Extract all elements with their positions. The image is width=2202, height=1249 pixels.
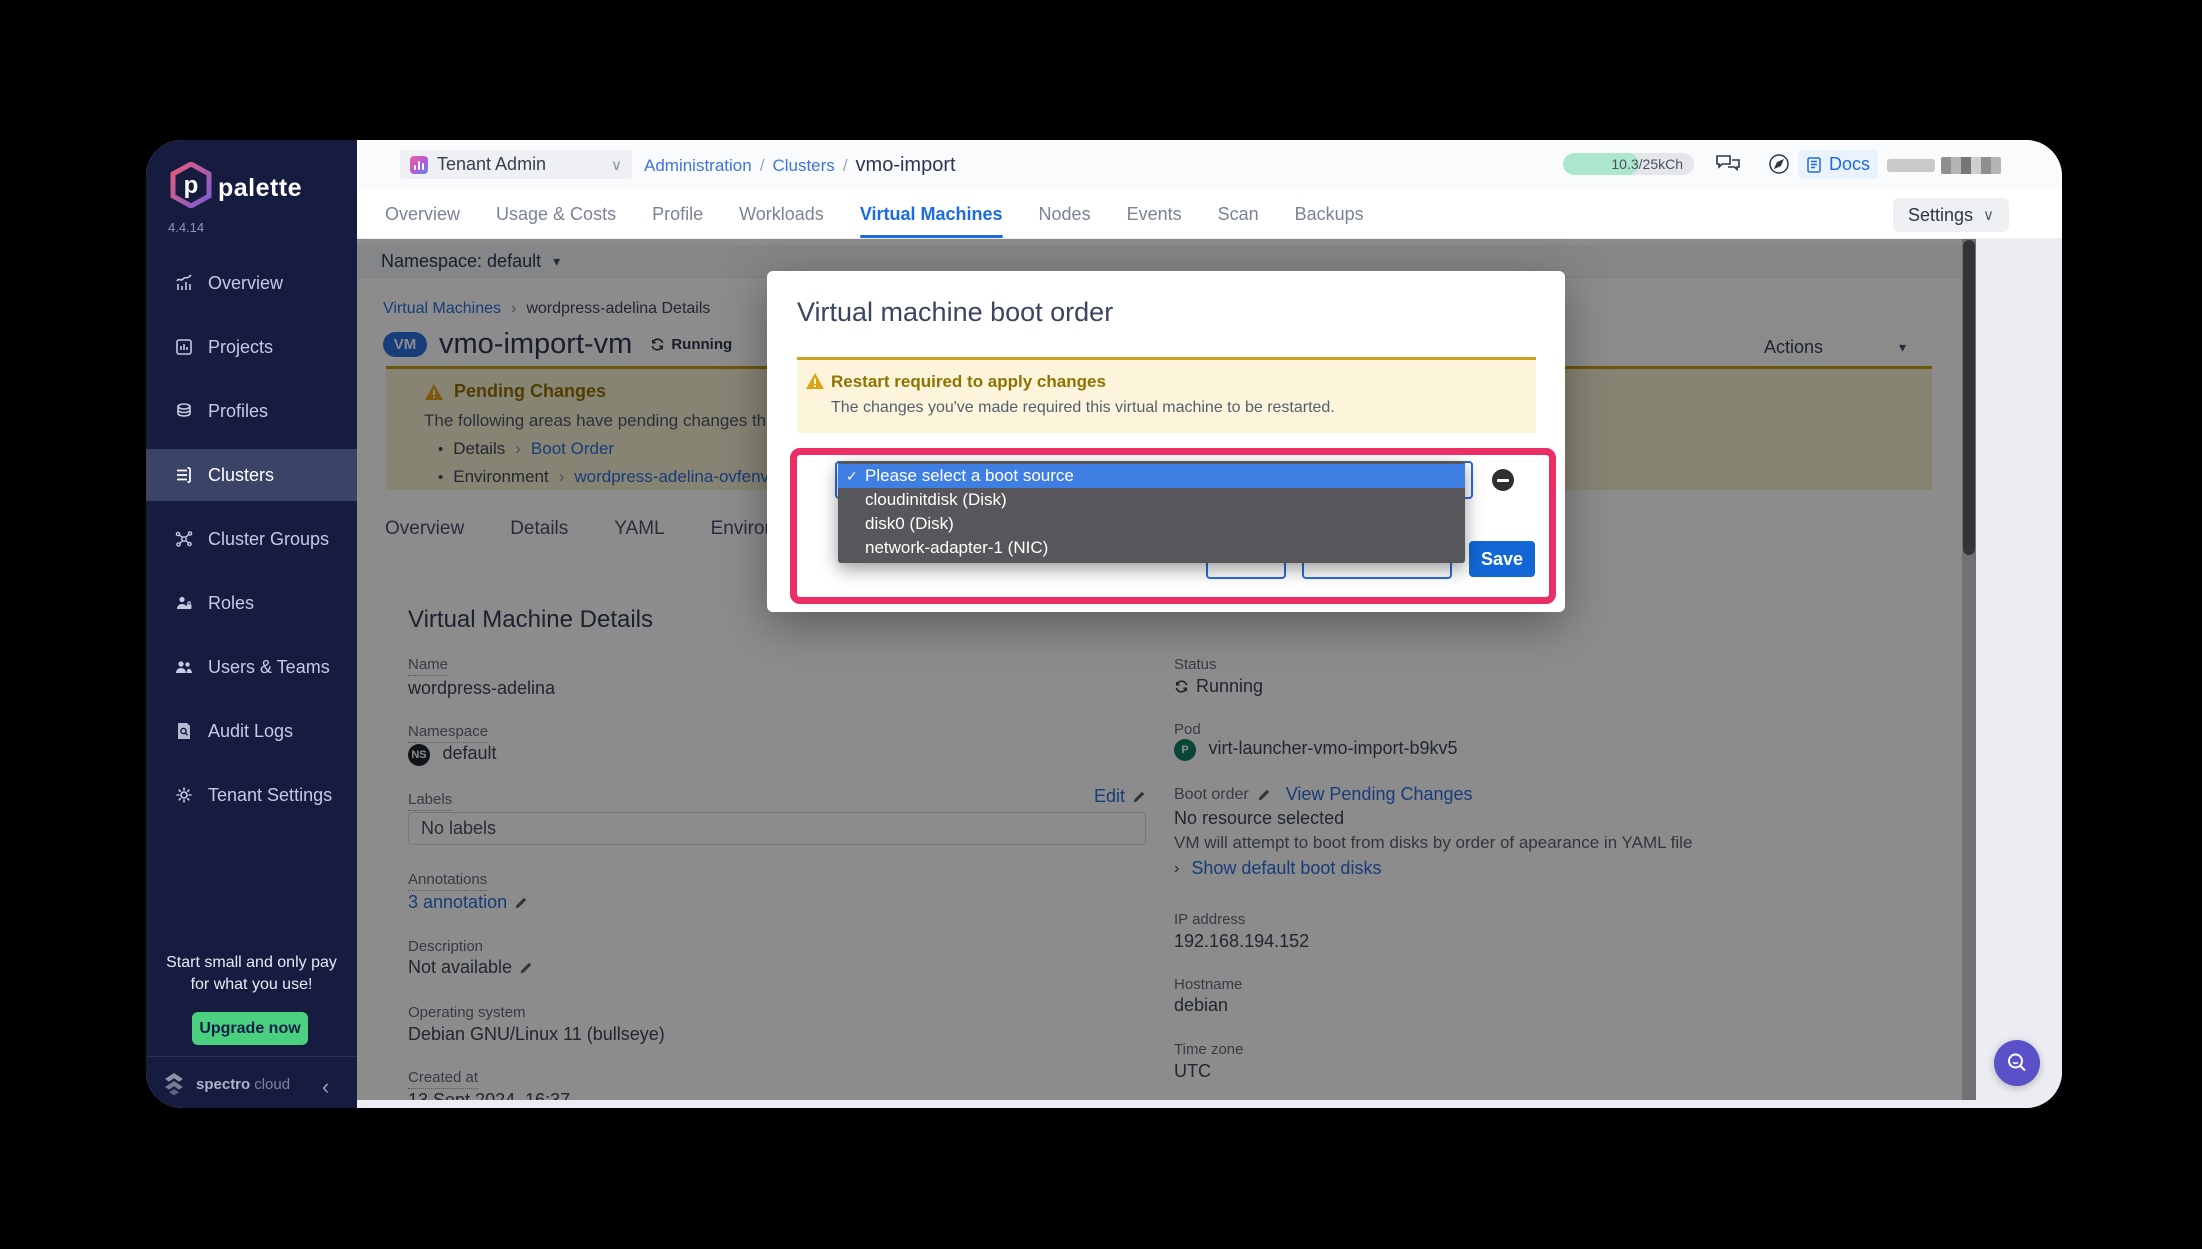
tab-profile[interactable]: Profile (652, 190, 703, 238)
dropdown-option-disk0[interactable]: disk0 (Disk) (838, 512, 1465, 536)
users-teams-icon (174, 657, 194, 677)
profiles-stack-icon (174, 401, 194, 421)
tenant-icon (410, 156, 428, 174)
dropdown-option-network-adapter[interactable]: network-adapter-1 (NIC) (838, 536, 1465, 560)
settings-button[interactable]: Settings ∨ (1893, 198, 2009, 232)
breadcrumb-separator: / (760, 156, 765, 176)
tab-events[interactable]: Events (1127, 190, 1182, 238)
sidebar-item-label: Roles (208, 593, 254, 614)
redacted-username-block-2 (1941, 157, 2001, 174)
sidebar-divider (146, 1056, 357, 1057)
tenant-selector-label: Tenant Admin (437, 154, 611, 175)
compass-icon[interactable] (1767, 152, 1791, 176)
sidebar-item-label: Clusters (208, 465, 274, 486)
app-window: p palette 4.4.14 Overview Projects Profi… (146, 140, 2062, 1108)
brand-name: palette (218, 174, 302, 203)
dropdown-option-label: Please select a boot source (865, 466, 1074, 486)
tab-virtual-machines[interactable]: Virtual Machines (860, 190, 1003, 238)
tab-nodes[interactable]: Nodes (1039, 190, 1091, 238)
chevron-down-icon: ∨ (611, 156, 622, 174)
sidebar-item-overview[interactable]: Overview (146, 257, 357, 309)
audit-logs-icon (174, 721, 194, 741)
sidebar-item-label: Projects (208, 337, 273, 358)
chevron-down-icon: ∨ (1983, 206, 1994, 224)
tenant-scope-selector[interactable]: Tenant Admin ∨ (400, 150, 632, 179)
sidebar-item-label: Audit Logs (208, 721, 293, 742)
sidebar-item-profiles[interactable]: Profiles (146, 385, 357, 437)
warning-title: Restart required to apply changes (831, 372, 1106, 392)
sidebar-item-label: Users & Teams (208, 657, 330, 678)
remove-row-icon[interactable] (1492, 469, 1514, 491)
sidebar-item-users-teams[interactable]: Users & Teams (146, 641, 357, 693)
sidebar-item-cluster-groups[interactable]: Cluster Groups (146, 513, 357, 565)
tab-scan[interactable]: Scan (1218, 190, 1259, 238)
clusters-icon (174, 465, 194, 485)
restart-warning-box: Restart required to apply changes The ch… (797, 357, 1536, 433)
app-version: 4.4.14 (168, 220, 204, 235)
check-icon: ✓ (846, 468, 858, 485)
redacted-username-block (1887, 159, 1935, 172)
sidebar: p palette 4.4.14 Overview Projects Profi… (146, 140, 357, 1108)
chart-overview-icon (174, 273, 194, 293)
upgrade-now-button[interactable]: Upgrade now (192, 1012, 308, 1045)
docs-button-label: Docs (1829, 154, 1870, 175)
footer-brand-2: cloud (254, 1076, 290, 1093)
breadcrumb-clusters[interactable]: Clusters (772, 156, 834, 176)
save-button[interactable]: Save (1469, 541, 1535, 577)
sidebar-item-roles[interactable]: Roles (146, 577, 357, 629)
spectro-cloud-logo-icon (160, 1070, 188, 1098)
warning-text: The changes you've made required this vi… (831, 399, 1335, 417)
modal-title: Virtual machine boot order (797, 297, 1113, 328)
dropdown-option-label: cloudinitdisk (Disk) (865, 490, 1007, 510)
promo-text: Start small and only pay for what you us… (146, 952, 357, 996)
settings-button-label: Settings (1908, 205, 1973, 226)
sidebar-item-label: Overview (208, 273, 283, 294)
screen: p palette 4.4.14 Overview Projects Profi… (0, 0, 2202, 1249)
sidebar-item-tenant-settings[interactable]: Tenant Settings (146, 769, 357, 821)
bottom-gutter (357, 1100, 1976, 1108)
tab-workloads[interactable]: Workloads (739, 190, 824, 238)
top-bar: Tenant Admin ∨ Administration / Clusters… (357, 140, 2062, 190)
breadcrumb-administration[interactable]: Administration (644, 156, 752, 176)
dropdown-option-label: disk0 (Disk) (865, 514, 954, 534)
docs-button[interactable]: Docs (1798, 150, 1878, 179)
dropdown-option-selected[interactable]: ✓ Please select a boot source (838, 464, 1465, 488)
dropdown-option-cloudinitdisk[interactable]: cloudinitdisk (Disk) (838, 488, 1465, 512)
cluster-groups-icon (174, 529, 194, 549)
dropdown-option-label: network-adapter-1 (NIC) (865, 538, 1048, 558)
right-gutter (1976, 238, 2062, 1108)
breadcrumb-current: vmo-import (856, 154, 956, 177)
usage-meter-value: 10.3/25kCh (1611, 156, 1683, 172)
sidebar-collapse-chevron[interactable]: ‹ (322, 1074, 329, 1100)
sidebar-item-clusters[interactable]: Clusters (146, 449, 357, 501)
breadcrumb: Administration / Clusters / vmo-import (644, 154, 956, 177)
search-helper-button[interactable] (1994, 1040, 2040, 1086)
sidebar-item-label: Tenant Settings (208, 785, 332, 806)
sidebar-item-projects[interactable]: Projects (146, 321, 357, 373)
sidebar-item-label: Profiles (208, 401, 268, 422)
footer-brand: spectro (196, 1076, 250, 1093)
sidebar-item-audit-logs[interactable]: Audit Logs (146, 705, 357, 757)
boot-source-dropdown-menu: ✓ Please select a boot source cloudinitd… (838, 461, 1465, 563)
cluster-tab-bar: Overview Usage & Costs Profile Workloads… (357, 190, 2062, 239)
usage-meter[interactable]: 10.3/25kCh (1563, 153, 1694, 175)
projects-icon (174, 337, 194, 357)
magnifier-smile-icon (2004, 1050, 2030, 1076)
tab-backups[interactable]: Backups (1295, 190, 1364, 238)
palette-logo-icon: p (170, 162, 212, 208)
chat-icon[interactable] (1715, 152, 1741, 176)
book-icon (1806, 156, 1822, 174)
tab-overview[interactable]: Overview (385, 190, 460, 238)
sidebar-item-label: Cluster Groups (208, 529, 329, 550)
roles-icon (174, 593, 194, 613)
warning-icon (805, 372, 825, 390)
svg-text:p: p (184, 172, 199, 199)
gear-icon (174, 785, 194, 805)
breadcrumb-separator: / (843, 156, 848, 176)
tab-usage-costs[interactable]: Usage & Costs (496, 190, 616, 238)
